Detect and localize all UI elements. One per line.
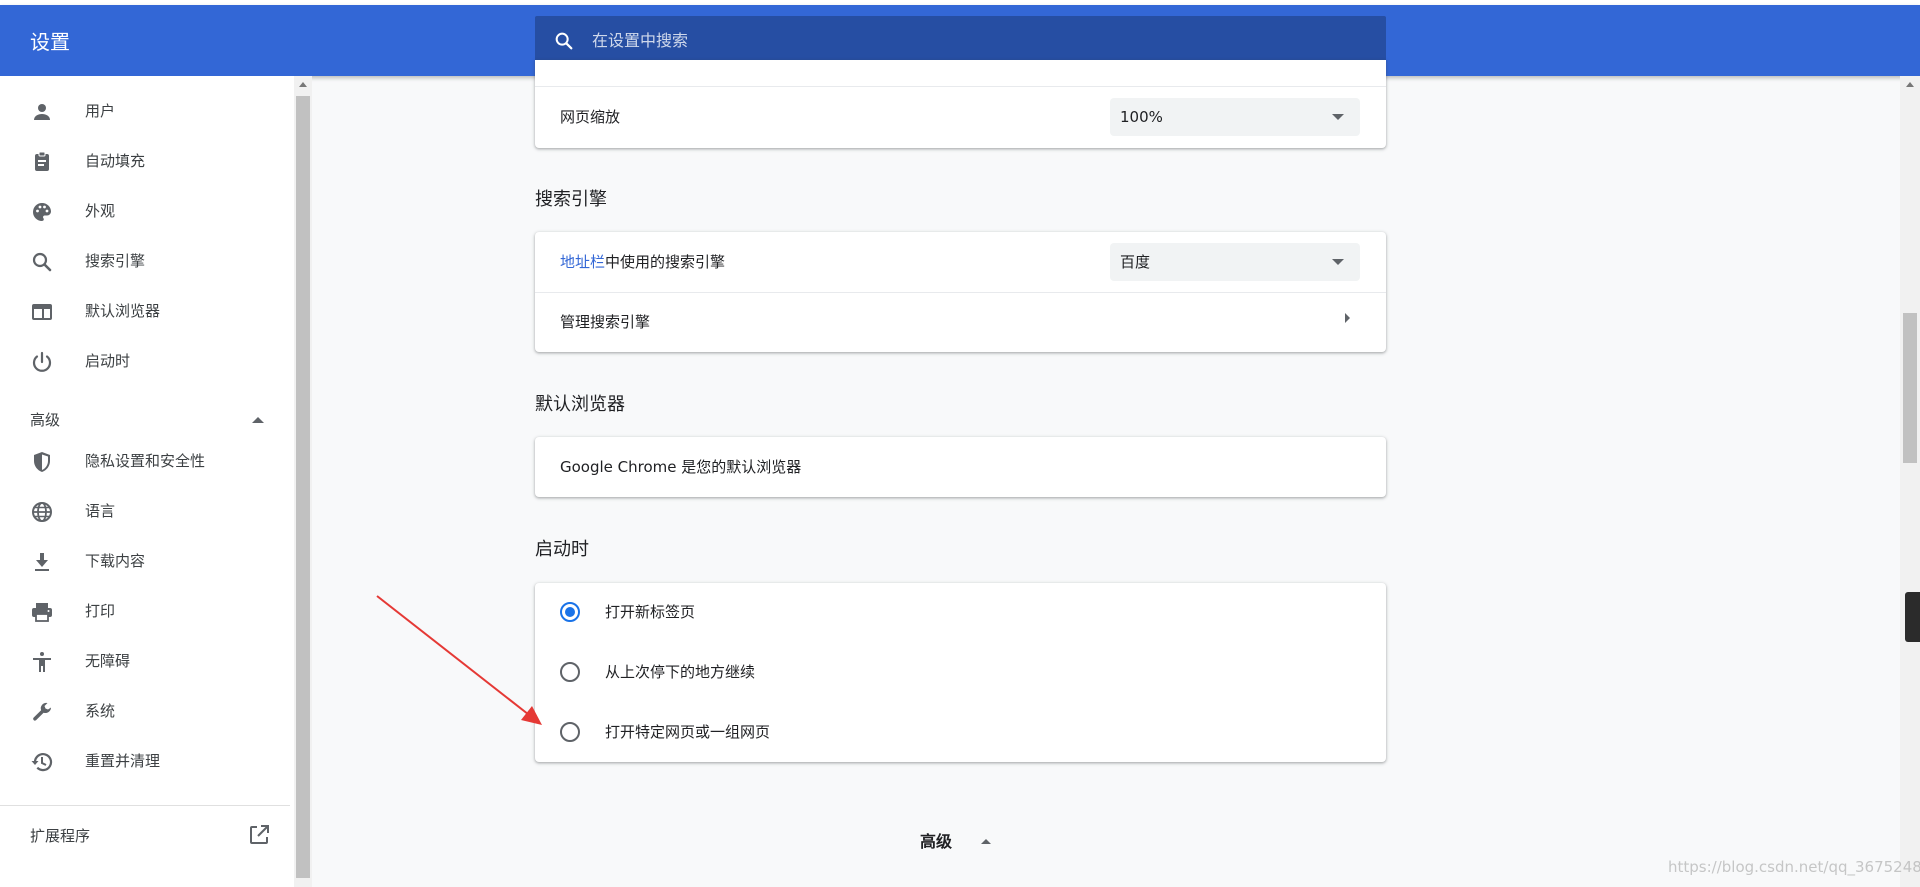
search-engine-value: 百度 — [1120, 253, 1151, 271]
sidebar-item-label: 打印 — [85, 602, 116, 620]
side-panel-tab[interactable] — [1905, 592, 1920, 642]
page-zoom-select[interactable]: 100% — [1110, 98, 1360, 136]
open-in-new-icon — [250, 825, 269, 844]
sidebar-item-system[interactable]: 系统 — [0, 686, 290, 736]
address-bar-engine-text: 中使用的搜索引擎 — [605, 253, 726, 271]
radio-button[interactable] — [560, 722, 580, 742]
sidebar-item-label: 搜索引擎 — [85, 252, 146, 270]
page-zoom-row: 网页缩放 100% — [535, 87, 1386, 148]
search-icon — [555, 32, 573, 50]
sidebar-item-label: 外观 — [85, 202, 116, 220]
sidebar-item-label: 自动填充 — [85, 152, 146, 170]
sidebar-item-on-startup[interactable]: 启动时 — [0, 336, 290, 386]
on-startup-section-title: 启动时 — [535, 539, 589, 560]
annotation-arrow — [376, 595, 542, 725]
sidebar-item-search-engine[interactable]: 搜索引擎 — [0, 236, 290, 286]
sidebar-item-label: 默认浏览器 — [85, 302, 161, 320]
chevron-up-icon[interactable] — [981, 839, 991, 844]
sidebar-scrollbar-thumb[interactable] — [296, 96, 310, 878]
on-startup-card: 打开新标签页 从上次停下的地方继续 打开特定网页或一组网页 — [535, 583, 1386, 762]
wrench-icon — [33, 702, 52, 721]
address-bar-engine-label: 地址栏中使用的搜索引擎 — [560, 252, 725, 272]
sidebar-item-people[interactable]: 用户 — [0, 86, 290, 136]
sidebar-item-label: 无障碍 — [85, 652, 131, 670]
search-icon — [32, 252, 52, 272]
person-icon — [34, 104, 50, 120]
advanced-toggle-button[interactable]: 高级 — [920, 832, 952, 852]
scroll-up-arrow-icon[interactable] — [299, 82, 307, 87]
page-scrollbar[interactable] — [1900, 76, 1920, 887]
startup-option-specific-pages[interactable]: 打开特定网页或一组网页 — [535, 703, 1386, 762]
shield-icon — [34, 452, 50, 472]
search-engine-card: 地址栏中使用的搜索引擎 百度 管理搜索引擎 — [535, 232, 1386, 352]
address-bar-engine-row: 地址栏中使用的搜索引擎 百度 — [535, 232, 1386, 292]
sidebar-item-extensions[interactable]: 扩展程序 — [0, 811, 290, 861]
search-box[interactable]: 在设置中搜索 — [535, 16, 1386, 66]
sidebar-divider — [0, 805, 290, 806]
manage-search-engines-row[interactable]: 管理搜索引擎 — [535, 293, 1386, 352]
search-engine-section-title: 搜索引擎 — [535, 189, 607, 210]
startup-option-continue[interactable]: 从上次停下的地方继续 — [535, 643, 1386, 703]
default-browser-card: Google Chrome 是您的默认浏览器 — [535, 437, 1386, 497]
sidebar-item-accessibility[interactable]: 无障碍 — [0, 636, 290, 686]
appearance-card: 网页缩放 100% — [535, 60, 1386, 148]
sidebar-item-autofill[interactable]: 自动填充 — [0, 136, 290, 186]
default-browser-section-title: 默认浏览器 — [535, 394, 625, 415]
sidebar-item-default-browser[interactable]: 默认浏览器 — [0, 286, 290, 336]
startup-option-label: 从上次停下的地方继续 — [605, 663, 756, 681]
chevron-right-icon — [1345, 313, 1350, 323]
globe-icon — [32, 502, 52, 522]
page-scrollbar-thumb[interactable] — [1903, 313, 1917, 463]
sidebar-item-label: 启动时 — [85, 352, 131, 370]
extensions-label: 扩展程序 — [30, 827, 91, 845]
default-browser-status: Google Chrome 是您的默认浏览器 — [560, 458, 802, 476]
startup-option-label: 打开特定网页或一组网页 — [605, 723, 771, 741]
clipboard-icon — [35, 151, 49, 171]
scroll-up-arrow-icon[interactable] — [1906, 82, 1914, 87]
advanced-section-label[interactable]: 高级 — [30, 410, 60, 430]
power-icon — [32, 351, 52, 372]
sidebar-item-privacy[interactable]: 隐私设置和安全性 — [0, 436, 290, 486]
sidebar-item-downloads[interactable]: 下载内容 — [0, 536, 290, 586]
sidebar-item-label: 系统 — [85, 702, 116, 720]
startup-option-new-tab[interactable]: 打开新标签页 — [535, 583, 1386, 643]
sidebar-item-label: 重置并清理 — [85, 752, 161, 770]
sidebar-item-printing[interactable]: 打印 — [0, 586, 290, 636]
sidebar-item-label: 用户 — [85, 102, 116, 120]
printer-icon — [32, 603, 52, 622]
sidebar-item-label: 隐私设置和安全性 — [85, 452, 206, 470]
download-icon — [35, 553, 49, 571]
chevron-down-icon — [1332, 114, 1344, 120]
sidebar-scrollbar[interactable] — [294, 76, 312, 887]
sidebar-item-label: 下载内容 — [85, 552, 146, 570]
chevron-down-icon — [1332, 259, 1344, 265]
address-bar-link[interactable]: 地址栏 — [560, 253, 605, 271]
manage-search-engines-label: 管理搜索引擎 — [560, 313, 651, 331]
watermark: https://blog.csdn.net/qq_36752486 — [1668, 858, 1920, 876]
search-input[interactable]: 在设置中搜索 — [592, 30, 688, 52]
page-title: 设置 — [30, 30, 70, 54]
sidebar-item-label: 语言 — [85, 502, 116, 520]
sidebar-item-reset[interactable]: 重置并清理 — [0, 736, 290, 786]
radio-button[interactable] — [560, 662, 580, 682]
browser-window-icon — [32, 304, 52, 320]
default-browser-row: Google Chrome 是您的默认浏览器 — [535, 437, 1386, 497]
page-zoom-label: 网页缩放 — [560, 108, 621, 126]
collapse-caret-icon[interactable] — [252, 417, 264, 423]
sidebar-item-appearance[interactable]: 外观 — [0, 186, 290, 236]
sidebar-item-languages[interactable]: 语言 — [0, 486, 290, 536]
palette-icon — [33, 203, 51, 221]
startup-option-label: 打开新标签页 — [605, 603, 696, 621]
search-engine-select[interactable]: 百度 — [1110, 243, 1360, 281]
page-zoom-value: 100% — [1120, 108, 1163, 126]
history-icon — [31, 753, 53, 772]
sidebar: 用户 自动填充 外观 搜索引擎 默认浏览器 启动时 高级 隐私设置和安全性 语言… — [0, 76, 294, 887]
accessibility-icon — [33, 652, 51, 672]
radio-button-selected[interactable] — [560, 602, 580, 622]
